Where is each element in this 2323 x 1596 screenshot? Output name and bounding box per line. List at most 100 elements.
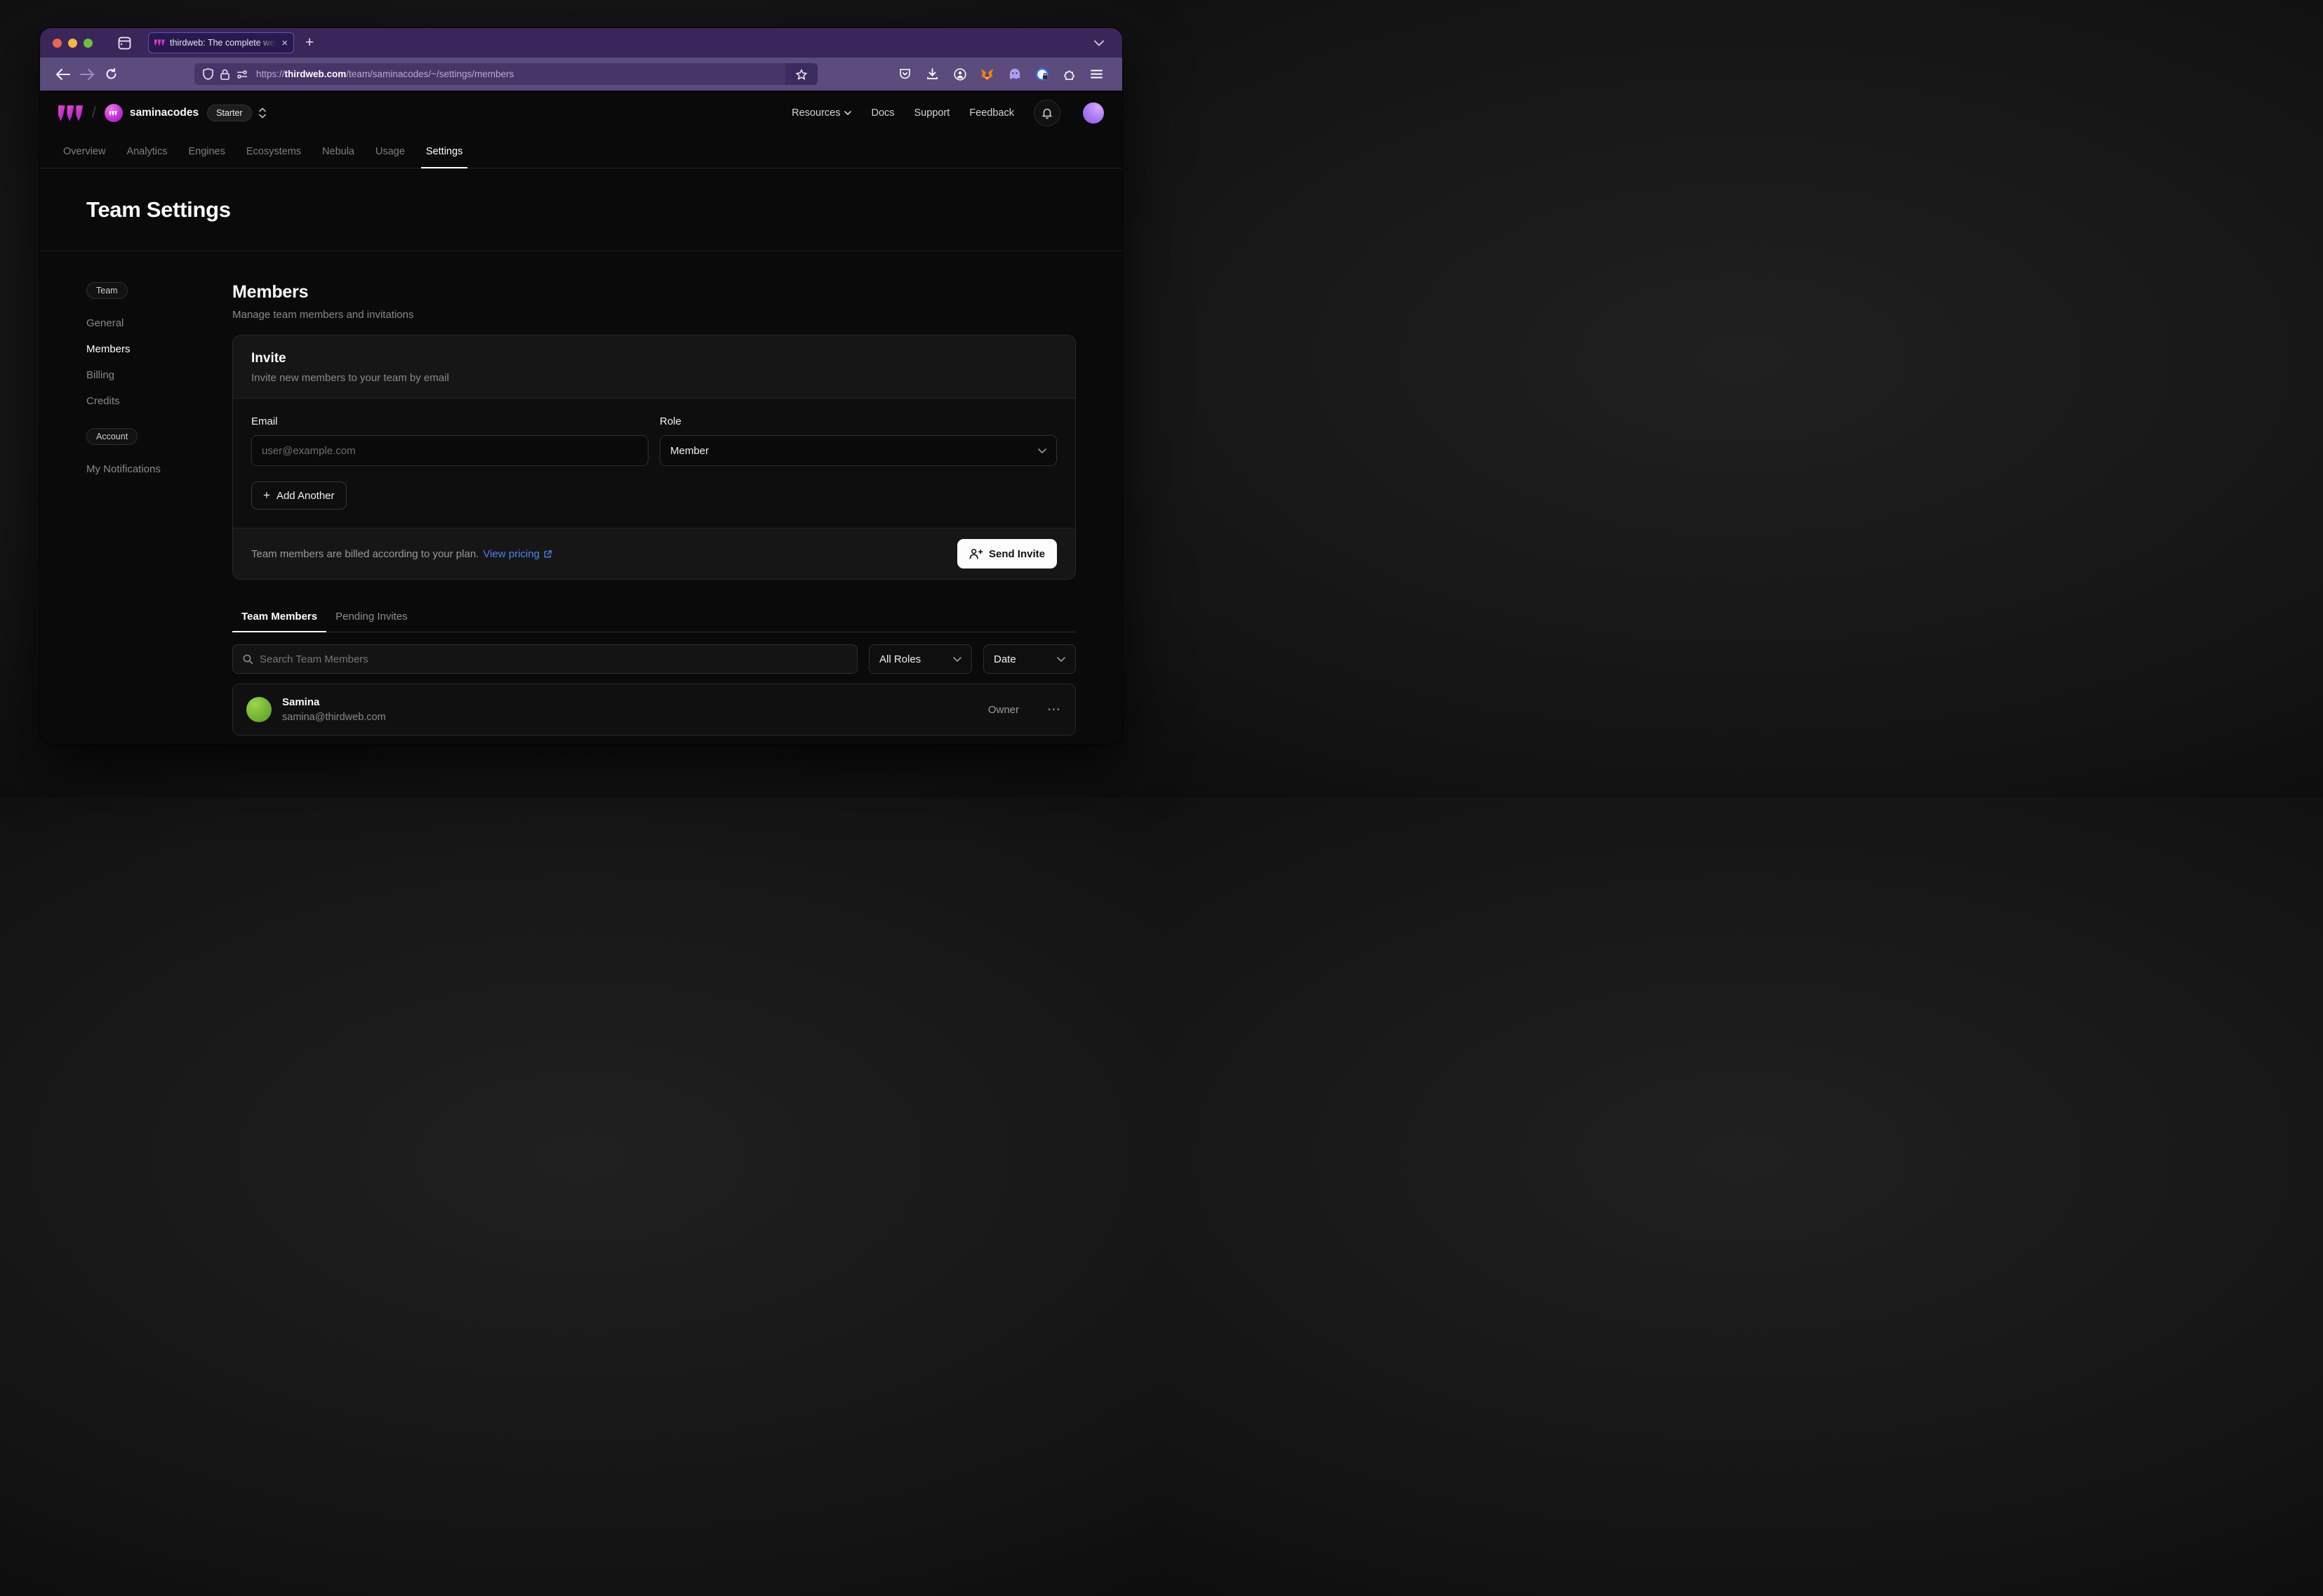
user-avatar[interactable] bbox=[1083, 102, 1104, 124]
resources-menu[interactable]: Resources bbox=[792, 107, 851, 119]
member-email: samina@thirdweb.com bbox=[282, 712, 386, 723]
plus-icon: + bbox=[263, 488, 270, 503]
tab-usage[interactable]: Usage bbox=[365, 135, 415, 168]
sidebar-item-members[interactable]: Members bbox=[86, 336, 232, 362]
tab-pending-invites[interactable]: Pending Invites bbox=[326, 611, 417, 632]
list-all-tabs-icon[interactable] bbox=[1094, 40, 1104, 46]
thirdweb-logo-icon[interactable] bbox=[58, 105, 84, 121]
close-window-button[interactable] bbox=[53, 39, 62, 48]
team-name[interactable]: saminacodes bbox=[130, 107, 199, 119]
tab-title: thirdweb: The complete web3 de bbox=[170, 38, 277, 48]
email-field[interactable] bbox=[251, 435, 648, 466]
tab-overview[interactable]: Overview bbox=[53, 135, 116, 168]
reload-icon[interactable] bbox=[99, 68, 123, 80]
metamask-extension-icon[interactable] bbox=[980, 68, 994, 81]
forward-icon[interactable] bbox=[75, 69, 99, 80]
page-title: Team Settings bbox=[86, 197, 231, 222]
sidebar-item-billing[interactable]: Billing bbox=[86, 362, 232, 388]
docs-link[interactable]: Docs bbox=[871, 107, 894, 119]
search-input[interactable] bbox=[260, 653, 848, 665]
tab-engines[interactable]: Engines bbox=[178, 135, 235, 168]
view-pricing-link[interactable]: View pricing bbox=[483, 548, 552, 560]
url-domain: thirdweb.com bbox=[285, 69, 347, 79]
tab-close-icon[interactable]: × bbox=[281, 37, 288, 49]
tab-favicon-thirdweb-icon bbox=[154, 39, 165, 46]
tracking-protection-shield-icon[interactable] bbox=[203, 68, 213, 80]
add-another-label: Add Another bbox=[277, 490, 335, 502]
phantom-extension-icon[interactable] bbox=[1007, 68, 1022, 80]
team-avatar[interactable] bbox=[105, 104, 123, 122]
minimize-window-button[interactable] bbox=[68, 39, 77, 48]
sidebar-group-account: Account bbox=[86, 428, 138, 445]
url-bar[interactable]: https://thirdweb.com/team/saminacodes/~/… bbox=[194, 63, 818, 85]
user-plus-icon bbox=[969, 548, 983, 559]
zoom-window-button[interactable] bbox=[84, 39, 93, 48]
billing-note-text: Team members are billed according to you… bbox=[251, 548, 479, 560]
browser-tab-active[interactable]: thirdweb: The complete web3 de × bbox=[148, 32, 294, 53]
member-actions-ellipsis-icon[interactable]: ⋯ bbox=[1047, 703, 1062, 717]
notifications-bell-icon[interactable] bbox=[1034, 100, 1060, 126]
extensions-puzzle-icon[interactable] bbox=[1062, 68, 1077, 80]
support-link[interactable]: Support bbox=[914, 107, 950, 119]
tab-team-members[interactable]: Team Members bbox=[232, 611, 326, 632]
lock-icon[interactable] bbox=[220, 69, 229, 80]
search-icon bbox=[242, 653, 253, 665]
pocket-icon[interactable] bbox=[898, 68, 912, 80]
member-role: Owner bbox=[988, 704, 1019, 716]
feedback-link[interactable]: Feedback bbox=[969, 107, 1014, 119]
team-switcher-icon[interactable] bbox=[258, 107, 267, 119]
thirdweb-dashboard: / saminacodes Starter bbox=[40, 91, 1122, 744]
password-manager-extension-icon[interactable] bbox=[1034, 68, 1049, 81]
firefox-view-icon[interactable] bbox=[118, 36, 131, 50]
members-panel: Members Manage team members and invitati… bbox=[232, 251, 1122, 744]
billing-note: Team members are billed according to you… bbox=[251, 548, 552, 560]
back-icon[interactable] bbox=[51, 69, 75, 80]
plan-badge: Starter bbox=[207, 105, 252, 121]
sidebar-item-credits[interactable]: Credits bbox=[86, 388, 232, 414]
email-field-group: Email bbox=[251, 415, 648, 466]
sidebar-item-my-notifications[interactable]: My Notifications bbox=[86, 456, 232, 482]
header-nav: Resources Docs Support Feedback bbox=[792, 100, 1104, 126]
sidebar-item-general[interactable]: General bbox=[86, 310, 232, 336]
member-row: Samina samina@thirdweb.com Owner ⋯ bbox=[232, 684, 1076, 736]
dashboard-tabs: Overview Analytics Engines Ecosystems Ne… bbox=[40, 135, 1122, 168]
new-tab-button[interactable]: + bbox=[305, 34, 314, 51]
tab-settings[interactable]: Settings bbox=[415, 135, 473, 168]
settings-content: Team General Members Billing Credits Acc… bbox=[40, 251, 1122, 744]
role-select[interactable]: Member bbox=[660, 435, 1057, 466]
invite-subtitle: Invite new members to your team by email bbox=[251, 372, 1057, 384]
send-invite-button[interactable]: Send Invite bbox=[957, 539, 1057, 568]
tab-nebula[interactable]: Nebula bbox=[312, 135, 365, 168]
downloads-icon[interactable] bbox=[925, 68, 940, 80]
permissions-icon[interactable] bbox=[237, 69, 248, 79]
browser-tab-bar: thirdweb: The complete web3 de × + bbox=[40, 28, 1122, 58]
chevron-down-icon bbox=[1038, 448, 1046, 453]
add-another-button[interactable]: + Add Another bbox=[251, 481, 347, 510]
view-pricing-label: View pricing bbox=[483, 548, 540, 560]
members-filters: All Roles Date bbox=[232, 644, 1076, 674]
tab-ecosystems[interactable]: Ecosystems bbox=[236, 135, 312, 168]
sidebar-account-nav: My Notifications bbox=[86, 456, 232, 482]
bookmark-star-icon[interactable] bbox=[785, 63, 818, 85]
account-icon[interactable] bbox=[952, 68, 967, 81]
role-label: Role bbox=[660, 415, 1057, 427]
invite-title: Invite bbox=[251, 351, 1057, 366]
member-name: Samina bbox=[282, 696, 386, 708]
browser-toolbar: https://thirdweb.com/team/saminacodes/~/… bbox=[40, 58, 1122, 91]
breadcrumb-separator: / bbox=[92, 105, 96, 121]
toolbar-extensions bbox=[898, 68, 1111, 81]
tab-analytics[interactable]: Analytics bbox=[116, 135, 178, 168]
menu-hamburger-icon[interactable] bbox=[1089, 69, 1104, 79]
url-text: https://thirdweb.com/team/saminacodes/~/… bbox=[256, 69, 514, 79]
sort-select[interactable]: Date bbox=[983, 644, 1076, 674]
page-title-band: Team Settings bbox=[40, 168, 1122, 251]
invite-card-header: Invite Invite new members to your team b… bbox=[233, 335, 1075, 398]
member-identity: Samina samina@thirdweb.com bbox=[282, 696, 386, 723]
role-field-group: Role Member bbox=[660, 415, 1057, 466]
role-filter-select[interactable]: All Roles bbox=[869, 644, 972, 674]
search-box bbox=[232, 644, 858, 674]
settings-sidebar: Team General Members Billing Credits Acc… bbox=[40, 251, 232, 744]
role-filter-value: All Roles bbox=[879, 653, 921, 665]
invite-card-footer: Team members are billed according to you… bbox=[233, 528, 1075, 579]
members-heading: Members bbox=[232, 282, 1076, 302]
